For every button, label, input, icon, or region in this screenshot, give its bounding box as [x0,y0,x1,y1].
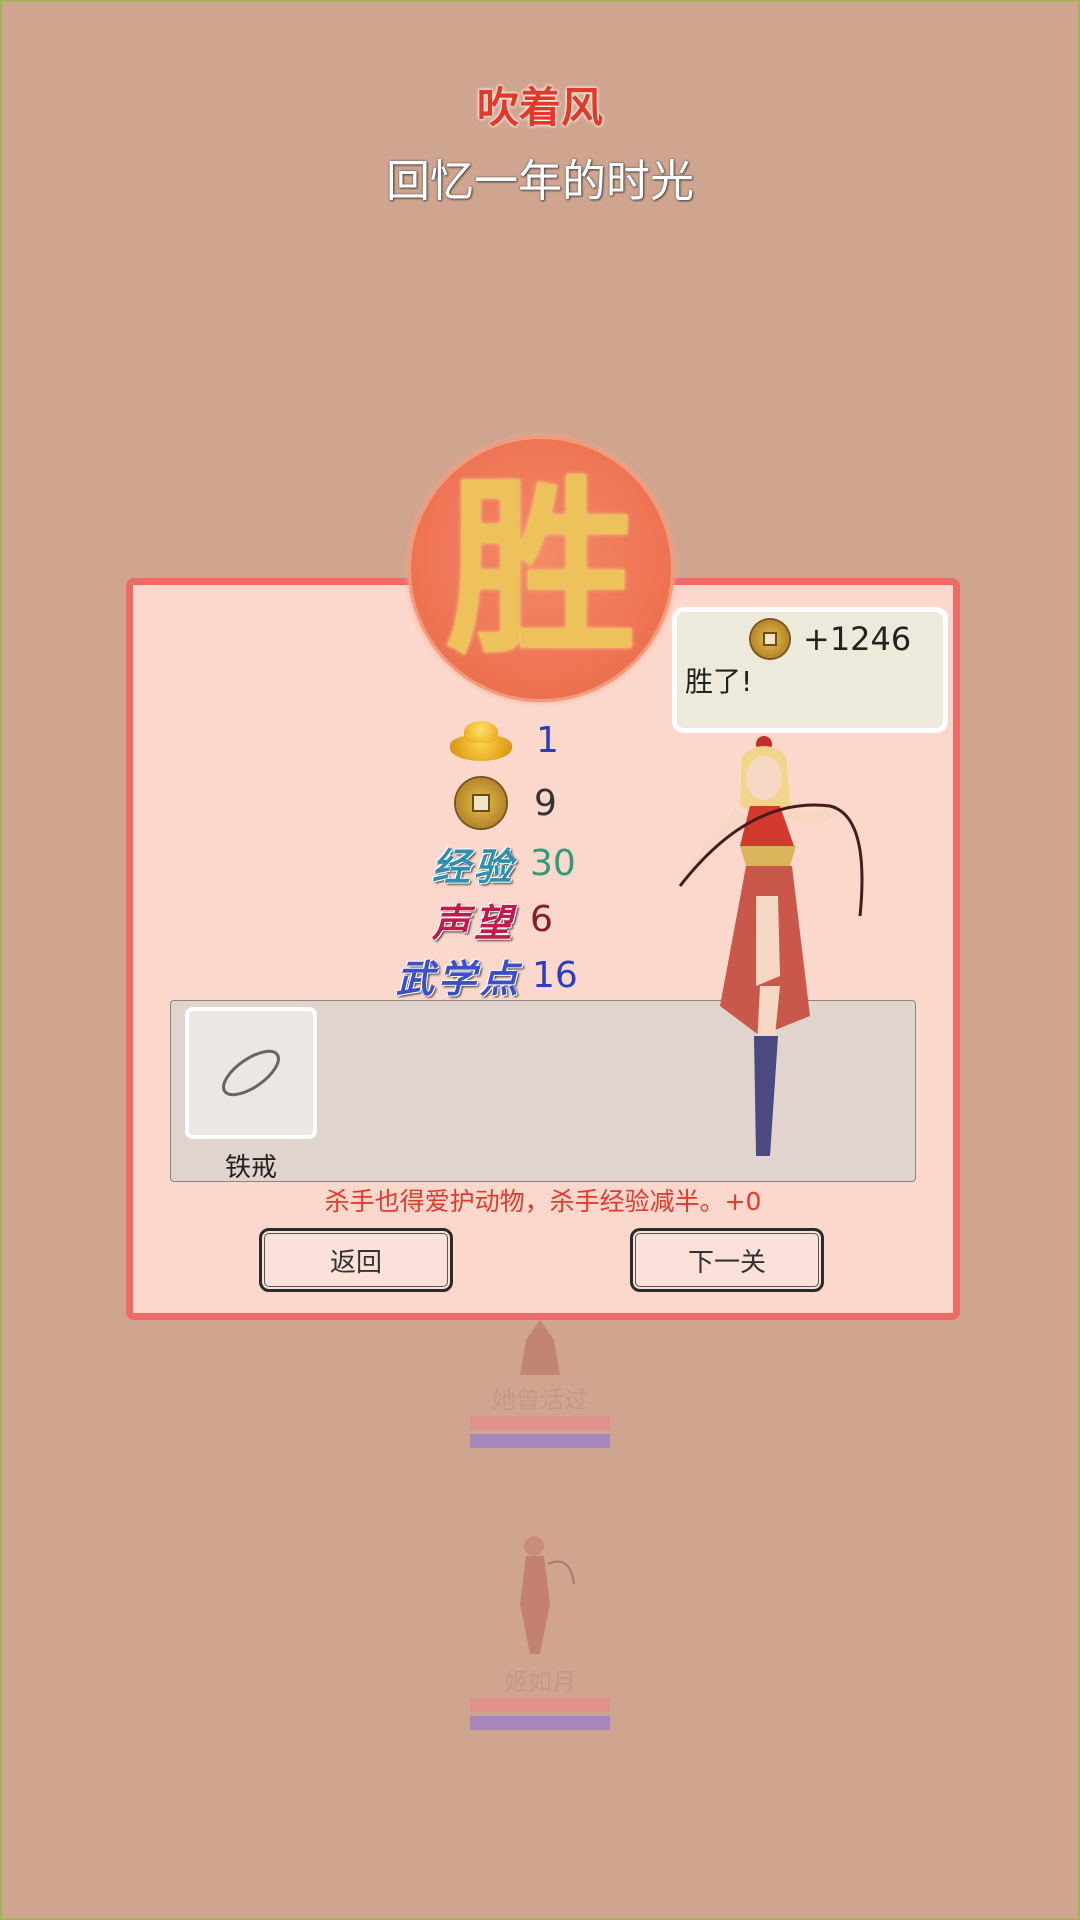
item-slot[interactable] [185,1007,317,1139]
coin-icon [456,778,506,828]
reward-martial-points: 武学点 16 [396,948,578,1003]
chapter-subtitle: 回忆一年的时光 [386,156,694,207]
reward-gold-ingot: 1 [450,720,559,761]
back-button[interactable]: 返回 [259,1228,453,1292]
reward-coins: 9 [456,778,557,828]
chapter-title: 吹着风 [476,83,603,132]
ring-icon [222,1049,280,1097]
bubble-message: 胜了! [685,665,753,698]
reward-fame: 声望 6 [432,892,553,947]
next-level-button[interactable]: 下一关 [630,1228,824,1292]
item-name: 铁戒 [224,1153,277,1183]
battle-note: 杀手也得爱护动物，杀手经验减半。+0 [324,1187,762,1216]
bg-character-2-mp-bar [470,1716,610,1730]
gold-ingot-value: 1 [536,720,559,761]
fame-value: 6 [530,899,553,940]
bg-character-1-figure [520,1320,560,1375]
bg-character-1-mp-bar [470,1434,610,1448]
reward-exp: 经验 30 [432,836,576,891]
gold-ingot-icon [450,720,512,761]
exp-value: 30 [530,843,576,884]
speech-bubble: +1246 胜了! [672,607,948,733]
coin-icon [751,620,789,658]
bg-character-2-name: 姬如月 [504,1668,576,1696]
character-portrait [675,736,864,1156]
victory-seal: 胜 [408,436,674,702]
exp-label: 经验 [432,844,517,889]
bg-character-2-hp-bar [470,1698,610,1712]
martial-value: 16 [532,955,578,996]
bg-character-2-figure [520,1536,575,1654]
coin-value: 9 [534,782,557,824]
fame-label: 声望 [432,900,517,945]
victory-seal-char: 胜 [445,457,636,680]
coin-gain: +1246 [803,620,912,658]
bg-character-1-name: 她曾活过 [492,1386,588,1414]
martial-label: 武学点 [396,956,523,1001]
bg-character-1-hp-bar [470,1416,610,1430]
